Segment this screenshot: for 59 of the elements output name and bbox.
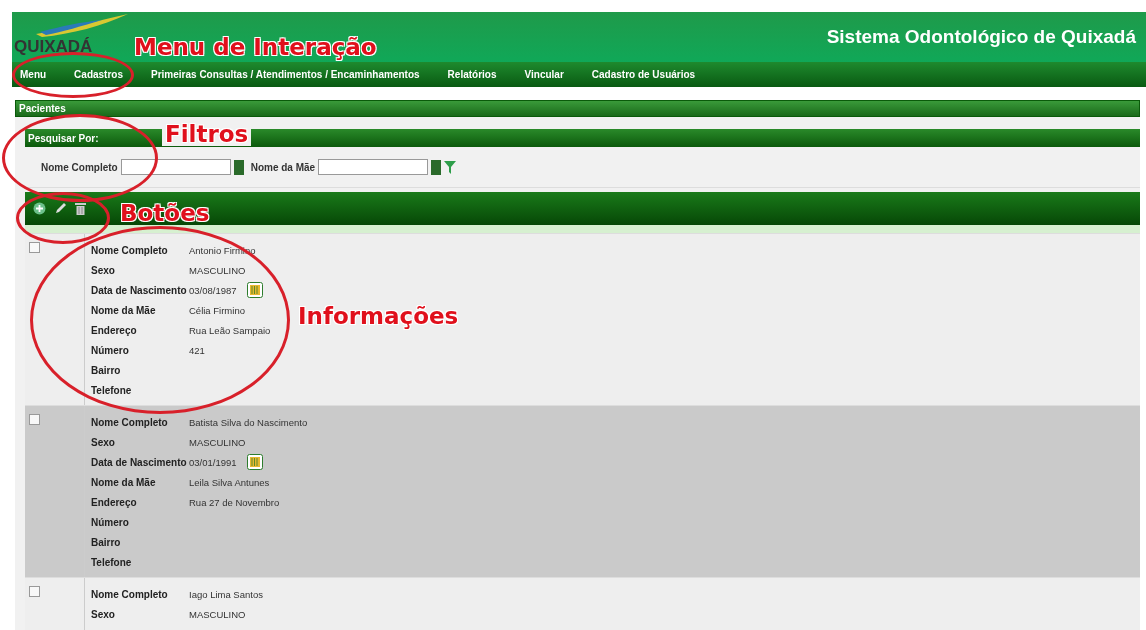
field-value: Iago Lima Santos xyxy=(189,588,263,600)
trash-icon[interactable] xyxy=(75,202,86,215)
field-value: MASCULINO xyxy=(189,608,246,620)
field-value: MASCULINO xyxy=(189,436,246,448)
row-checkbox[interactable] xyxy=(29,414,40,425)
filter-title: Pesquisar Por: xyxy=(28,132,99,144)
row-checkbox[interactable] xyxy=(29,242,40,253)
logo-text: QUIXADÁ xyxy=(14,38,94,56)
annotation-label: Filtros xyxy=(162,122,252,146)
field-label: Telefone xyxy=(91,556,133,568)
field-value: Leila Silva Antunes xyxy=(189,476,270,488)
calendar-icon[interactable] xyxy=(246,454,263,470)
filter-input-field[interactable] xyxy=(318,159,429,175)
field-label: Telefone xyxy=(91,384,133,396)
filter-icon[interactable] xyxy=(444,160,457,174)
field-label: Data de Nascimento xyxy=(91,284,188,296)
nav-menu-item[interactable]: Cadastro de Usuários xyxy=(591,69,696,80)
nav-menu-item[interactable]: Primeiras Consultas / Atendimentos / Encaminhamentos xyxy=(151,69,420,80)
field-value: MASCULINO xyxy=(189,264,246,276)
field-label: Sexo xyxy=(91,608,116,620)
field-value: 03/08/1987 xyxy=(189,284,237,296)
field-label: Data de Nascimento xyxy=(91,456,188,468)
field-value: 03/01/1991 xyxy=(189,456,237,468)
field-label: Sexo xyxy=(91,264,116,276)
field-value: 421 xyxy=(189,344,205,356)
field-label: Bairro xyxy=(91,364,122,376)
section-title: Pacientes xyxy=(19,103,66,114)
field-label: Bairro xyxy=(91,536,122,548)
app-title: Sistema Odontológico de Quixadá xyxy=(826,26,1136,48)
field-label: Endereço xyxy=(91,496,138,508)
field-value: Rua 27 de Novembro xyxy=(189,496,280,508)
field-label: Endereço xyxy=(91,324,138,336)
nav-menu-item[interactable]: Cadastros xyxy=(74,69,123,80)
field-value: Rua Leão Sampaio xyxy=(189,324,271,336)
field-label: Nome Completo xyxy=(91,244,169,256)
annotation-label: Botões xyxy=(120,200,210,226)
filter-input-field[interactable] xyxy=(120,159,231,175)
field-label: Número xyxy=(91,344,130,356)
field-label: Número xyxy=(91,516,130,528)
field-label: Nome Completo xyxy=(91,416,169,428)
pencil-icon[interactable] xyxy=(54,202,67,215)
nav-menu-item[interactable]: Vincular xyxy=(524,69,564,80)
nav-menu-item[interactable]: Relatórios xyxy=(447,69,497,80)
field-label: Nome da Mãe xyxy=(91,476,157,488)
calendar-icon[interactable] xyxy=(246,282,263,298)
lookup-button[interactable] xyxy=(233,159,244,175)
row-checkbox[interactable] xyxy=(29,586,40,597)
field-value: Batista Silva do Nascimento xyxy=(189,416,308,428)
field-label: Nome Completo xyxy=(91,588,169,600)
field-label: Sexo xyxy=(91,436,116,448)
annotation-label: Informações xyxy=(298,303,459,329)
annotation-label: Menu de Interação xyxy=(134,34,377,60)
filter-label: Nome da Mãe xyxy=(250,161,316,173)
lookup-button[interactable] xyxy=(431,159,442,175)
filter-label: Nome Completo xyxy=(41,161,118,173)
add-icon[interactable] xyxy=(33,202,46,215)
field-value: Célia Firmino xyxy=(189,304,245,316)
field-label: Nome da Mãe xyxy=(91,304,157,316)
nav-menu-item[interactable]: Menu xyxy=(20,69,47,80)
